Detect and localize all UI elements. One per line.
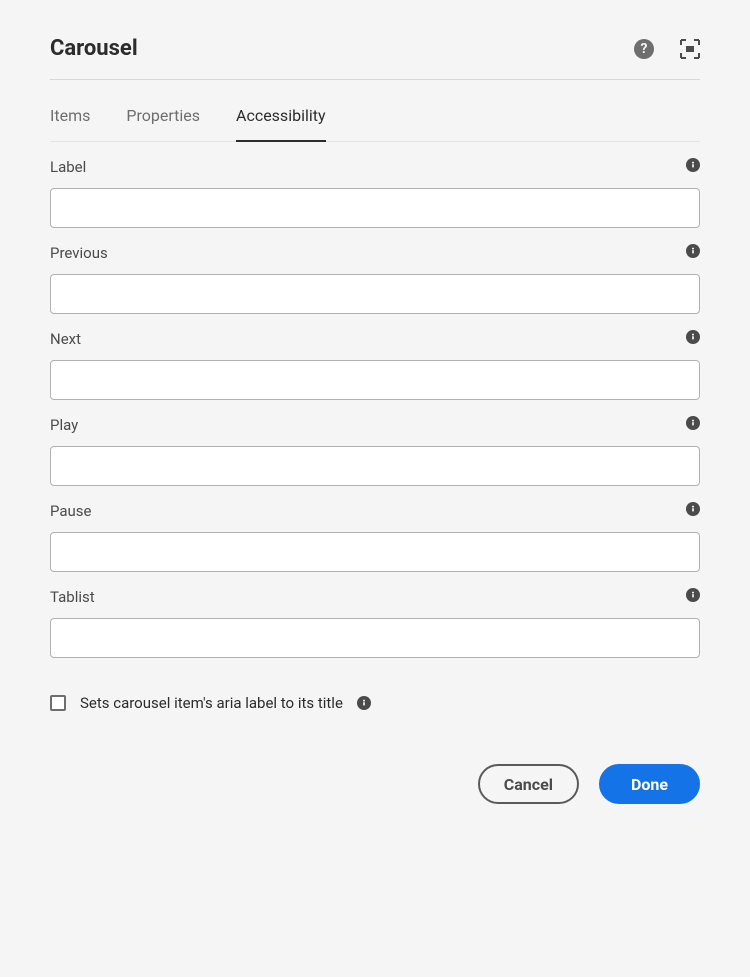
fullscreen-icon[interactable] bbox=[680, 39, 700, 59]
dialog-header: Carousel ? bbox=[50, 36, 700, 80]
field-label-text: Pause bbox=[50, 502, 700, 520]
help-icon[interactable]: ? bbox=[634, 39, 654, 59]
field-play: Play bbox=[50, 416, 700, 486]
field-tablist: Tablist bbox=[50, 588, 700, 658]
info-icon[interactable] bbox=[686, 244, 700, 258]
dialog-footer: Cancel Done bbox=[50, 764, 700, 804]
info-icon[interactable] bbox=[357, 696, 371, 710]
tab-accessibility[interactable]: Accessibility bbox=[236, 92, 326, 141]
aria-label-checkbox-row: Sets carousel item's aria label to its t… bbox=[50, 694, 700, 712]
field-next: Next bbox=[50, 330, 700, 400]
next-input[interactable] bbox=[50, 360, 700, 400]
field-label: Label bbox=[50, 158, 700, 228]
tablist-input[interactable] bbox=[50, 618, 700, 658]
tab-items[interactable]: Items bbox=[50, 92, 90, 141]
info-icon[interactable] bbox=[686, 502, 700, 516]
field-label-text: Previous bbox=[50, 244, 700, 262]
info-icon[interactable] bbox=[686, 416, 700, 430]
field-label-text: Play bbox=[50, 416, 700, 434]
label-input[interactable] bbox=[50, 188, 700, 228]
done-button[interactable]: Done bbox=[599, 764, 700, 804]
tab-properties[interactable]: Properties bbox=[126, 92, 200, 141]
field-label-text: Next bbox=[50, 330, 700, 348]
info-icon[interactable] bbox=[686, 158, 700, 172]
play-input[interactable] bbox=[50, 446, 700, 486]
info-icon[interactable] bbox=[686, 330, 700, 344]
tabs: Items Properties Accessibility bbox=[50, 80, 700, 142]
previous-input[interactable] bbox=[50, 274, 700, 314]
dialog-title: Carousel bbox=[50, 36, 138, 61]
aria-label-checkbox[interactable] bbox=[50, 695, 66, 711]
checkbox-label: Sets carousel item's aria label to its t… bbox=[80, 694, 343, 712]
field-pause: Pause bbox=[50, 502, 700, 572]
carousel-dialog: Carousel ? Items Properties Accessibilit… bbox=[0, 0, 750, 844]
field-label-text: Label bbox=[50, 158, 700, 176]
field-previous: Previous bbox=[50, 244, 700, 314]
info-icon[interactable] bbox=[686, 588, 700, 602]
cancel-button[interactable]: Cancel bbox=[478, 764, 579, 804]
header-actions: ? bbox=[634, 39, 700, 59]
field-label-text: Tablist bbox=[50, 588, 700, 606]
pause-input[interactable] bbox=[50, 532, 700, 572]
